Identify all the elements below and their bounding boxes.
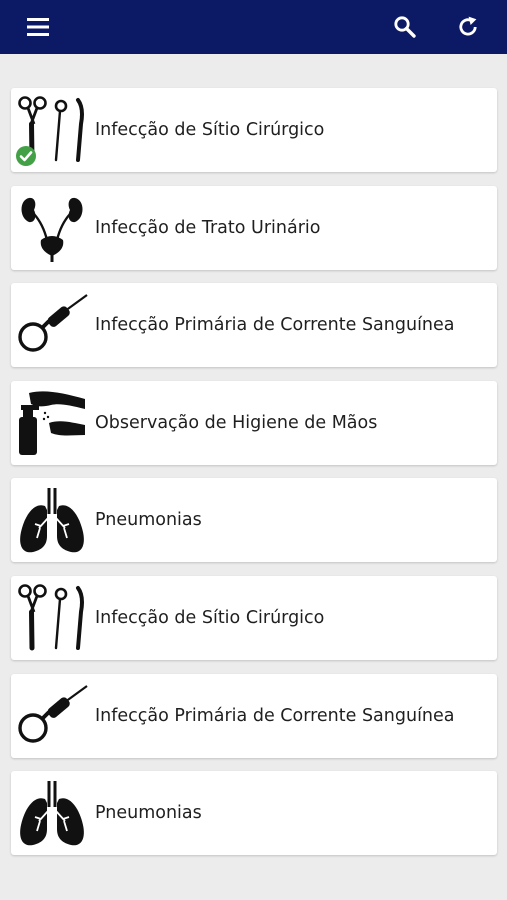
surgical-instruments-icon <box>15 582 89 654</box>
list-item-label: Infecção Primária de Corrente Sanguínea <box>95 315 455 336</box>
lungs-icon <box>15 777 89 849</box>
catheter-icon <box>15 680 89 752</box>
list-item-label: Observação de Higiene de Mãos <box>95 412 378 433</box>
list-item[interactable]: Pneumonias <box>11 478 497 563</box>
list-item[interactable]: Infecção Primária de Corrente Sanguínea <box>11 283 497 368</box>
list-item-label: Infecção de Trato Urinário <box>95 217 321 238</box>
list-item-label: Infecção Primária de Corrente Sanguínea <box>95 705 455 726</box>
menu-icon <box>27 18 49 36</box>
search-button[interactable] <box>384 6 426 48</box>
list-item[interactable]: Infecção de Sítio Cirúrgico <box>11 576 497 660</box>
check-circle-icon <box>15 145 37 167</box>
refresh-button[interactable] <box>447 6 489 48</box>
list-item-label: Infecção de Sítio Cirúrgico <box>95 608 325 628</box>
list-item-label: Pneumonias <box>95 510 202 531</box>
list-item-label: Infecção de Sítio Cirúrgico <box>95 120 325 140</box>
catheter-icon <box>15 289 89 361</box>
refresh-icon <box>459 16 477 36</box>
hand-sanitizer-icon <box>15 387 89 459</box>
list-item[interactable]: Infecção de Sítio Cirúrgico <box>11 88 497 172</box>
list-item[interactable]: Pneumonias <box>11 771 497 856</box>
list-item[interactable]: Infecção Primária de Corrente Sanguínea <box>11 673 497 758</box>
lungs-icon <box>15 484 89 556</box>
search-icon <box>394 16 416 38</box>
list-item-label: Pneumonias <box>95 803 202 824</box>
urinary-tract-icon <box>15 192 89 264</box>
app-toolbar <box>0 0 507 54</box>
list-item[interactable]: Infecção de Trato Urinário <box>11 185 497 270</box>
list-item[interactable]: Observação de Higiene de Mãos <box>11 380 497 465</box>
menu-button[interactable] <box>17 6 59 48</box>
